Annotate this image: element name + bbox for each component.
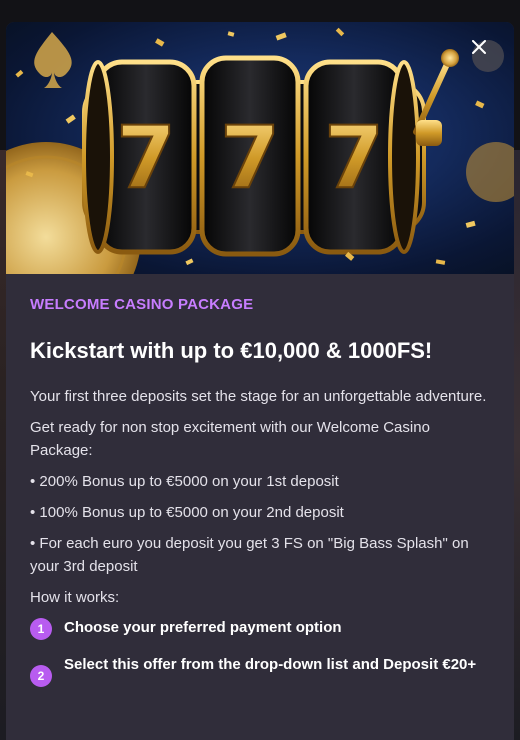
- bonus-item-2: • 100% Bonus up to €5000 on your 2nd dep…: [30, 504, 344, 521]
- bonus-item-3: • For each euro you deposit you get 3 FS…: [30, 535, 469, 575]
- promo-category-label: WELCOME CASINO PACKAGE: [30, 296, 254, 313]
- promo-headline: Kickstart with up to €10,000 & 1000FS!: [30, 338, 433, 363]
- welcome-package-modal: 7 7 7 WELCOME CASINO PACKAGE Kickstart w…: [6, 22, 514, 740]
- how-it-works-label: How it works:: [30, 589, 120, 606]
- step-item: 1 Choose your preferred payment option: [30, 617, 490, 640]
- promo-content: WELCOME CASINO PACKAGE Kickstart with up…: [6, 274, 514, 740]
- slot-digit-1: 7: [116, 108, 176, 208]
- step-text: Choose your preferred payment option: [64, 619, 342, 636]
- steps-list: 1 Choose your preferred payment option 2…: [30, 617, 490, 687]
- background-content-right: [514, 150, 520, 740]
- promo-package-intro: Get ready for non stop excitement with o…: [30, 419, 430, 459]
- slot-digit-2: 7: [220, 108, 280, 208]
- slot-machine-image: 7 7 7: [6, 22, 514, 274]
- step-number-badge: 2: [30, 665, 52, 687]
- close-icon: [472, 40, 486, 54]
- promo-description: Your first three deposits set the stage …: [30, 385, 490, 609]
- promo-intro: Your first three deposits set the stage …: [30, 388, 487, 405]
- bonus-item-1: • 200% Bonus up to €5000 on your 1st dep…: [30, 473, 339, 490]
- step-number-badge: 1: [30, 618, 52, 640]
- step-text: Select this offer from the drop-down lis…: [64, 656, 477, 673]
- close-button[interactable]: [472, 40, 504, 72]
- step-item: 2 Select this offer from the drop-down l…: [30, 654, 490, 687]
- slot-digit-3: 7: [324, 108, 384, 208]
